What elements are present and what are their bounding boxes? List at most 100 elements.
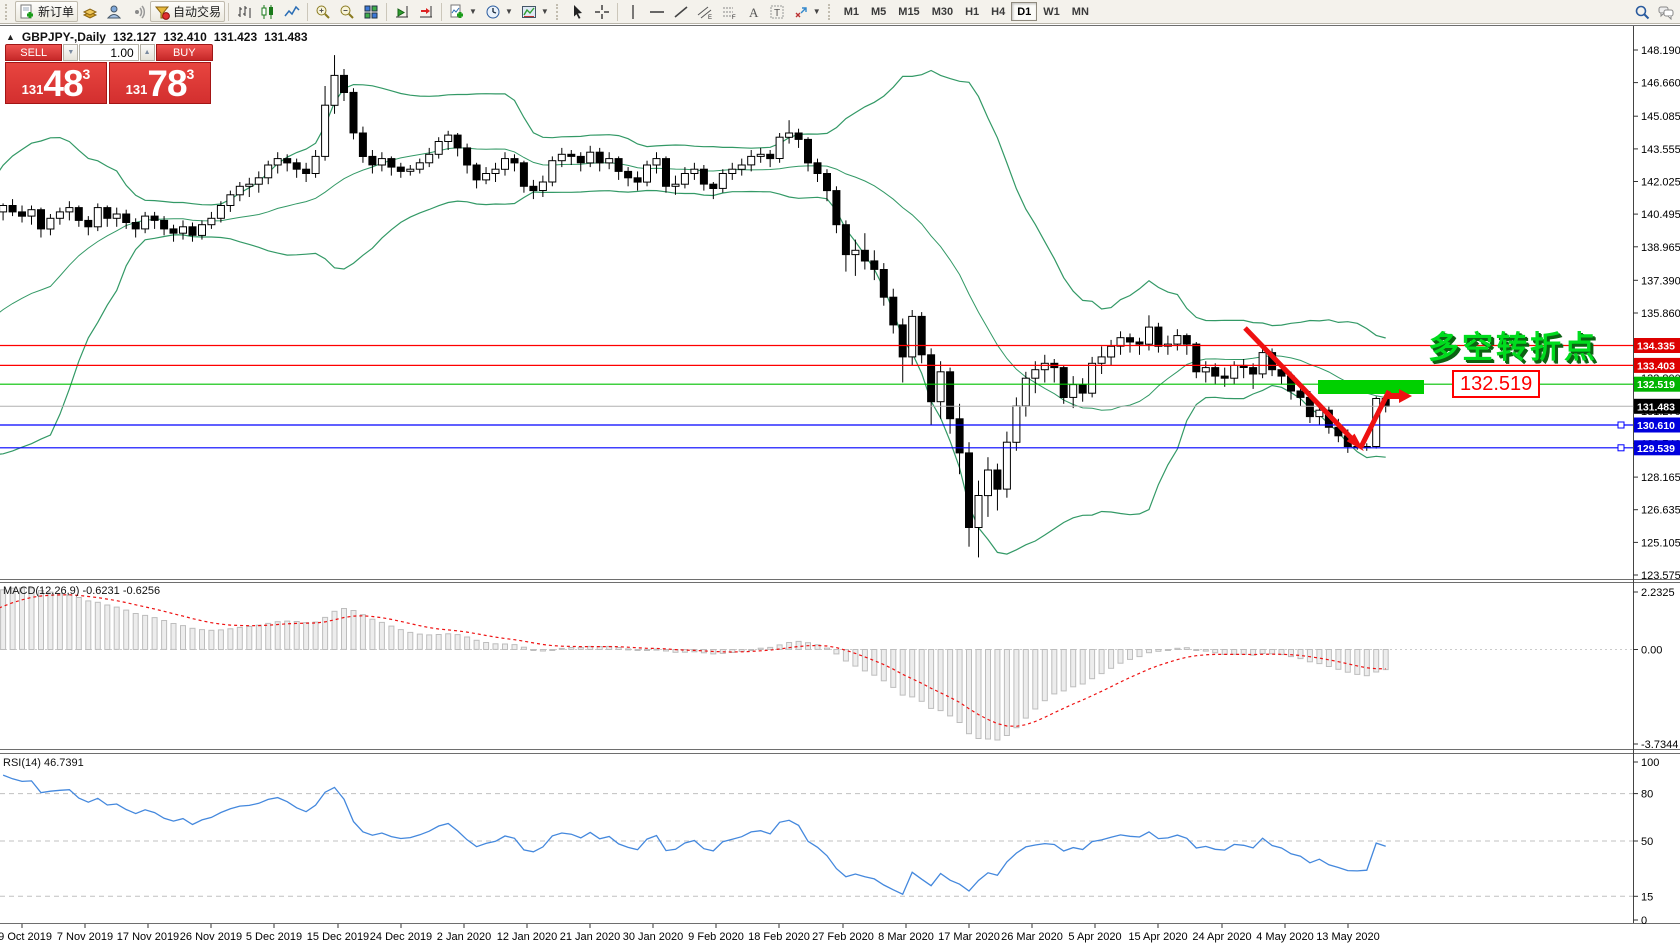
indicators-button[interactable]: ▼ — [445, 1, 481, 22]
neworder-icon — [19, 4, 35, 20]
market-watch-button[interactable] — [78, 1, 102, 22]
channel-icon: E — [697, 4, 713, 20]
sell-price-small: 131 — [22, 82, 44, 97]
tline-icon — [673, 4, 689, 20]
label-button[interactable]: T — [765, 1, 789, 22]
date-tick-label: 24 Dec 2019 — [370, 931, 432, 943]
bar-chart-button[interactable] — [232, 1, 256, 22]
date-tick-label: 30 Jan 2020 — [623, 931, 684, 943]
channel-button[interactable]: E — [693, 1, 717, 22]
svg-text:A: A — [749, 5, 759, 20]
search-button[interactable] — [1630, 1, 1654, 22]
vline-button[interactable] — [621, 1, 645, 22]
fibonacci-button[interactable]: F — [717, 1, 741, 22]
rsi-tick-label: 50 — [1641, 836, 1653, 848]
new-order-button[interactable]: 新订单 — [15, 1, 78, 22]
cursor-icon — [570, 4, 586, 20]
date-tick-label: 9 Feb 2020 — [688, 931, 744, 943]
signals-button[interactable] — [126, 1, 150, 22]
price-tag-label[interactable]: 132.519 — [1452, 370, 1540, 398]
hline-button[interactable] — [645, 1, 669, 22]
line-handle[interactable] — [1618, 445, 1624, 451]
zoomout-icon — [339, 4, 355, 20]
ohlc-low: 131.423 — [214, 30, 257, 44]
date-tick-label: 8 Mar 2020 — [878, 931, 934, 943]
auto-scroll-button[interactable] — [390, 1, 414, 22]
chat-icon — [1658, 4, 1674, 20]
date-tick-label: 24 Apr 2020 — [1192, 931, 1251, 943]
date-tick-label: 4 May 2020 — [1256, 931, 1313, 943]
autotrade-button[interactable]: 自动交易 — [150, 1, 225, 22]
timeframe-M15[interactable]: M15 — [892, 2, 925, 21]
hline-icon — [649, 4, 665, 20]
chevron-down-icon: ▼ — [813, 7, 821, 16]
timeframe-W1[interactable]: W1 — [1037, 2, 1066, 21]
collapse-panel-icon[interactable]: ▲ — [6, 32, 15, 42]
date-tick-label: 2 Jan 2020 — [437, 931, 491, 943]
tile-windows-button[interactable] — [359, 1, 383, 22]
cursor-button[interactable] — [566, 1, 590, 22]
book-icon — [82, 4, 98, 20]
volume-input[interactable]: 1.00 — [79, 44, 138, 61]
date-tick-label: 12 Jan 2020 — [497, 931, 558, 943]
zoom-in-button[interactable] — [311, 1, 335, 22]
text-button[interactable]: A — [741, 1, 765, 22]
date-tick-label: 15 Apr 2020 — [1128, 931, 1187, 943]
buy-price-pip: 3 — [187, 66, 195, 82]
trendline-button[interactable] — [669, 1, 693, 22]
price-badge-label: 133.403 — [1637, 360, 1675, 372]
rsi-label: RSI(14) 46.7391 — [3, 757, 84, 769]
autoscroll-icon — [394, 4, 410, 20]
fibo-icon: F — [721, 4, 737, 20]
timeframe-M30[interactable]: M30 — [926, 2, 959, 21]
macd-min-label: -3.7344 — [1641, 739, 1678, 751]
sell-button[interactable]: SELL — [5, 44, 62, 61]
price-tick-label: 137.390 — [1641, 275, 1680, 287]
crosshair-icon — [594, 4, 610, 20]
line-handle[interactable] — [1618, 422, 1624, 428]
toolbar-separator — [228, 3, 229, 21]
volume-down-button[interactable]: ▼ — [63, 44, 78, 61]
buy-button[interactable]: BUY — [156, 44, 213, 61]
price-tick-label: 123.575 — [1641, 570, 1680, 582]
chart-shift-button[interactable] — [414, 1, 438, 22]
line-chart-button[interactable] — [280, 1, 304, 22]
ohlc-high: 132.410 — [163, 30, 206, 44]
arrows-button[interactable]: ▼ — [789, 1, 825, 22]
date-tick-label: 17 Nov 2019 — [117, 931, 179, 943]
price-tick-label: 142.025 — [1641, 177, 1680, 189]
price-tick-label: 138.965 — [1641, 242, 1680, 254]
symbol-info-bar: ▲ GBPJPY-,Daily 132.127 132.410 131.423 … — [6, 30, 308, 44]
buy-price-button[interactable]: 131783 — [109, 62, 211, 104]
svg-text:E: E — [708, 15, 712, 20]
timeframe-D1[interactable]: D1 — [1011, 2, 1037, 21]
chinese-note-text[interactable]: 多空转折点 — [1428, 322, 1598, 367]
templates-button[interactable]: ▼ — [517, 1, 553, 22]
price-tick-label: 125.105 — [1641, 537, 1680, 549]
sell-price-button[interactable]: 131483 — [5, 62, 107, 104]
buy-price-small: 131 — [126, 82, 148, 97]
candle-chart-button[interactable] — [256, 1, 280, 22]
vline-icon — [625, 4, 641, 20]
periods-button[interactable]: ▼ — [481, 1, 517, 22]
timeframe-M1[interactable]: M1 — [838, 2, 865, 21]
toolbar-grip — [556, 4, 563, 20]
chat-button[interactable] — [1654, 1, 1678, 22]
price-badge-label: 131.483 — [1637, 401, 1675, 413]
zoom-out-button[interactable] — [335, 1, 359, 22]
navigator-button[interactable] — [102, 1, 126, 22]
sell-price-pip: 3 — [83, 66, 91, 82]
shift-icon — [418, 4, 434, 20]
timeframe-M5[interactable]: M5 — [865, 2, 892, 21]
green-highlight-rectangle[interactable] — [1318, 380, 1424, 394]
volume-up-button[interactable]: ▲ — [140, 44, 155, 61]
ohlc-open: 132.127 — [113, 30, 156, 44]
svg-text:T: T — [774, 8, 780, 19]
timeframe-H1[interactable]: H1 — [959, 2, 985, 21]
toolbar-separator — [386, 3, 387, 21]
crosshair-button[interactable] — [590, 1, 614, 22]
timeframe-H4[interactable]: H4 — [985, 2, 1011, 21]
chevron-down-icon: ▼ — [469, 7, 477, 16]
timeframe-MN[interactable]: MN — [1066, 2, 1095, 21]
date-tick-label: 17 Mar 2020 — [938, 931, 1000, 943]
